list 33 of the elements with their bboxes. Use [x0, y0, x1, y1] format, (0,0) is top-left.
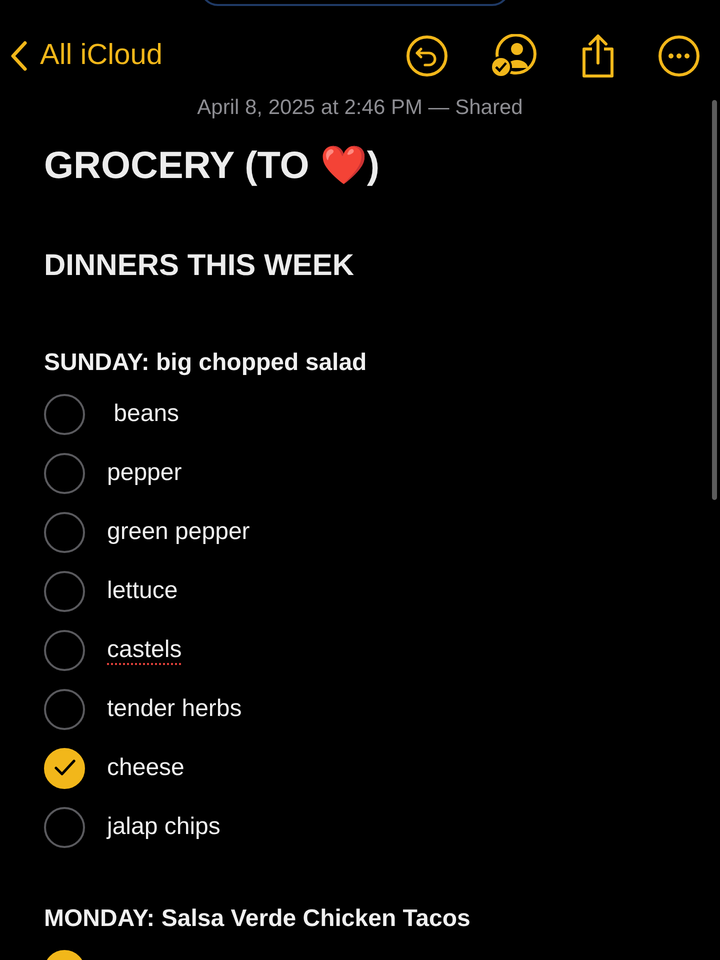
collaboration-button[interactable]	[490, 34, 538, 78]
share-button[interactable]	[580, 33, 616, 79]
checkbox[interactable]	[44, 452, 85, 494]
undo-button[interactable]	[406, 35, 448, 77]
note-timestamp: April 8, 2025 at 2:46 PM — Shared	[197, 96, 523, 119]
item-label: lettuce	[107, 576, 178, 606]
more-button[interactable]	[658, 35, 700, 77]
item-label: tender herbs	[107, 694, 242, 724]
item-label: green pepper	[107, 517, 250, 547]
item-label: jalap chips	[107, 812, 220, 842]
item-label: pepper	[107, 458, 182, 488]
checkbox[interactable]	[44, 688, 85, 730]
checkbox[interactable]	[44, 512, 85, 552]
scroll-bar[interactable]	[712, 100, 717, 500]
share-icon	[580, 33, 616, 79]
day-heading: MONDAY: Salsa Verde Chicken Tacos	[44, 904, 470, 932]
undo-icon	[406, 35, 448, 77]
section-heading: DINNERS THIS WEEK	[44, 248, 354, 282]
note-title: GROCERY (TO ❤)	[44, 144, 380, 186]
person-check-icon	[490, 34, 538, 78]
checkbox[interactable]	[44, 748, 85, 788]
back-button[interactable]: All iCloud	[10, 34, 162, 78]
checkbox[interactable]	[44, 570, 85, 612]
checkbox[interactable]	[44, 394, 85, 434]
item-label: beans	[112, 399, 180, 429]
checkbox[interactable]	[44, 806, 85, 848]
checkbox[interactable]	[44, 630, 85, 670]
day-heading: SUNDAY: big chopped salad	[44, 348, 367, 376]
back-icon	[10, 40, 28, 72]
item-label: cheese	[107, 753, 184, 783]
check-icon	[54, 759, 76, 777]
more-icon	[658, 35, 700, 77]
item-label: castels	[107, 635, 182, 665]
